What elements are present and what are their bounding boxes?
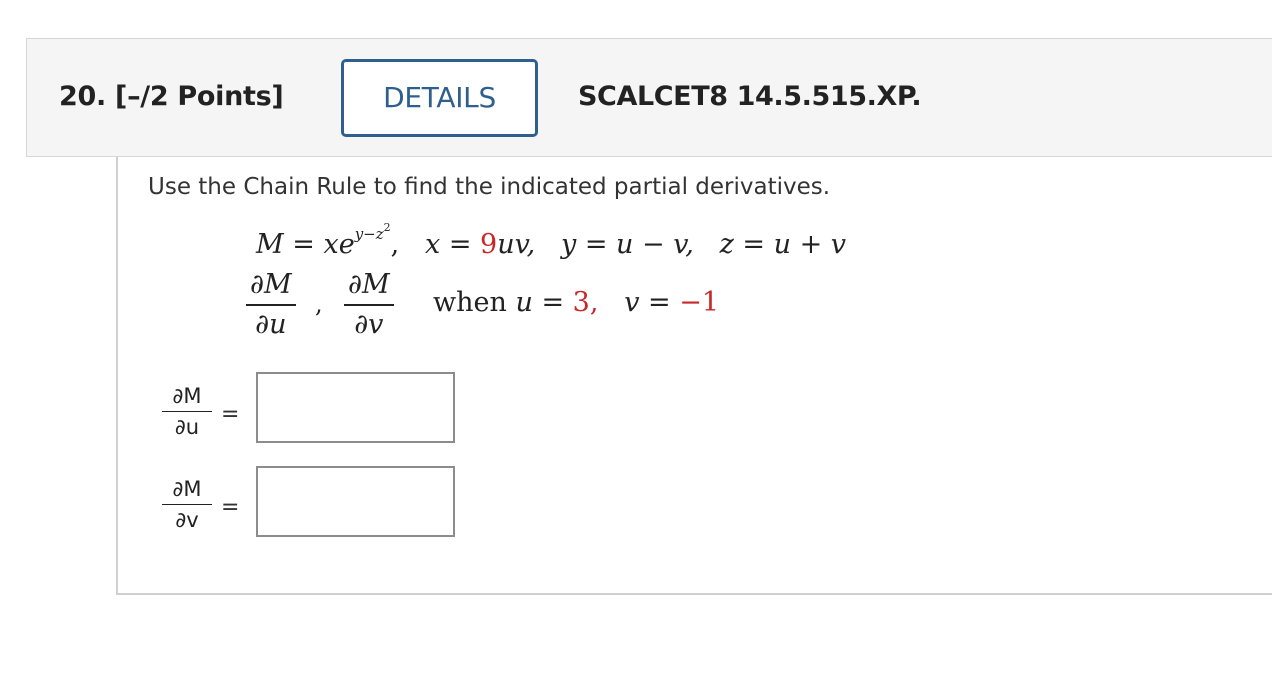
details-button[interactable]: DETAILS	[341, 59, 538, 137]
question-header: 20. [–/2 Points] DETAILS SCALCET8 14.5.5…	[26, 38, 1272, 157]
fraction-numerator: ∂M	[348, 269, 390, 300]
answer-label-numerator: ∂M	[172, 477, 202, 501]
instructions-text: Use the Chain Rule to find the indicated…	[148, 174, 831, 200]
when-word: when	[433, 287, 507, 318]
equals-sign: =	[292, 229, 315, 260]
equals-sign: =	[448, 229, 472, 260]
question-number: 20.	[59, 81, 106, 112]
partial-m-u-fraction: ∂M ∂u	[246, 270, 296, 340]
question-body: Use the Chain Rule to find the indicated…	[116, 157, 1272, 595]
x-expression: uv,	[497, 229, 536, 260]
partial-m-v-fraction: ∂M ∂v	[344, 270, 394, 340]
answer-label-bar	[162, 504, 212, 505]
function-definitions: M = xey−z2, x = 9uv, y = u − v, z = u + …	[256, 221, 847, 260]
answer-label-numerator: ∂M	[172, 384, 202, 408]
y-definition: y = u − v,	[561, 229, 694, 260]
fraction-denominator: ∂v	[354, 309, 384, 340]
m-exponent: y−z	[354, 225, 384, 243]
x-symbol: x	[424, 229, 441, 260]
fraction-bar	[246, 304, 296, 306]
fraction-numerator: ∂M	[250, 269, 292, 300]
u-value: 3,	[572, 287, 599, 318]
u-symbol: u	[515, 287, 533, 318]
answer-equals-sign: =	[221, 495, 240, 520]
equals-sign: =	[648, 287, 671, 318]
answer-input-dm-du[interactable]	[256, 372, 455, 443]
m-exponent-square: 2	[383, 221, 391, 234]
fraction-bar	[344, 304, 394, 306]
answer-label-denominator: ∂v	[175, 508, 199, 532]
fraction-separator: ,	[315, 290, 323, 318]
answer-equals-sign: =	[221, 402, 240, 427]
z-definition: z = u + v	[719, 229, 847, 260]
x-coefficient: 9	[480, 229, 498, 260]
v-value: −1	[679, 287, 720, 318]
question-number-points: 20. [–/2 Points]	[59, 81, 284, 112]
evaluation-point: when u = 3, v = −1	[433, 287, 719, 318]
question-source: SCALCET8 14.5.515.XP.	[578, 81, 922, 112]
answer-label-denominator: ∂u	[174, 415, 200, 439]
fraction-denominator: ∂u	[255, 309, 287, 340]
answer-label-dm-dv: ∂M ∂v	[162, 477, 212, 532]
separator: ,	[390, 229, 400, 260]
m-expression: xe	[323, 229, 355, 260]
equals-sign: =	[541, 287, 565, 318]
v-symbol: v	[624, 287, 640, 318]
answer-label-dm-du: ∂M ∂u	[162, 384, 212, 439]
m-symbol: M	[256, 229, 284, 260]
answer-label-bar	[162, 411, 212, 412]
answer-input-dm-dv[interactable]	[256, 466, 455, 537]
question-points: [–/2 Points]	[115, 81, 284, 112]
